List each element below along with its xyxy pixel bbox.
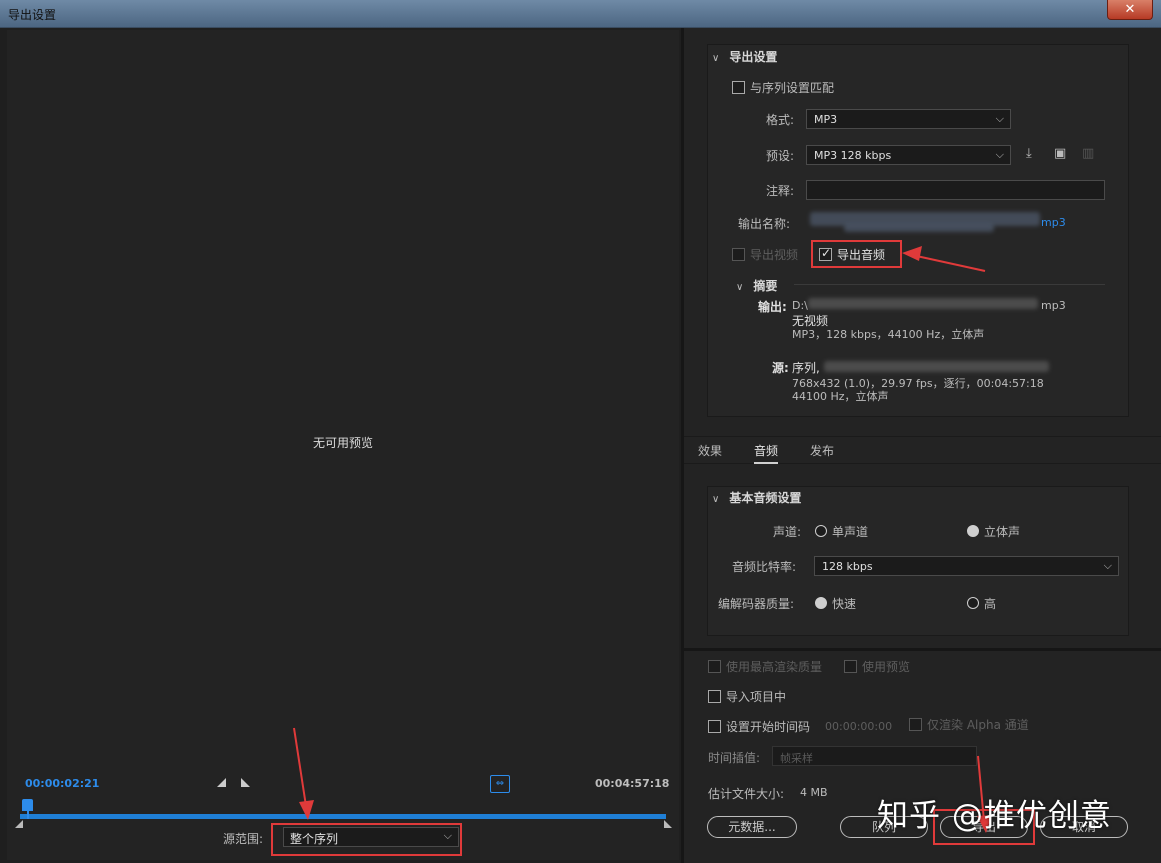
estimated-size-label: 估计文件大小: — [708, 787, 785, 801]
in-point-handle[interactable] — [15, 820, 23, 828]
chevron-down-icon: ⌵ — [995, 112, 1004, 125]
no-preview-message: 无可用预览 — [312, 436, 373, 450]
comments-label: 注释: — [766, 184, 795, 198]
bitrate-dropdown[interactable]: 128 kbps ⌵ — [814, 556, 1119, 576]
use-previews-checkbox[interactable] — [844, 660, 857, 673]
source-range-label: 源范围: — [223, 832, 264, 846]
preset-label: 预设: — [766, 149, 795, 163]
mark-in-icon[interactable] — [217, 778, 226, 787]
annotation-box-export-audio — [811, 240, 902, 268]
summary-header[interactable]: ∨ 摘要 — [736, 277, 777, 294]
chevron-down-icon: ∨ — [736, 282, 744, 293]
codec-quality-label: 编解码器质量: — [718, 597, 795, 611]
save-preset-icon[interactable]: ⤓ — [1026, 146, 1032, 161]
start-timecode-value[interactable]: 00:00:00:00 — [825, 720, 892, 733]
export-settings-header[interactable]: ∨ 导出设置 — [712, 48, 777, 65]
blurred-sequence-name — [824, 361, 1049, 372]
render-alpha-checkbox[interactable] — [909, 718, 922, 731]
render-alpha-label: 仅渲染 Alpha 通道 — [927, 718, 1029, 732]
delete-preset-icon[interactable]: ▥ — [1082, 146, 1094, 161]
preview-panel: 无可用预览 00:00:02:21 ⇔ 00:04:57:18 源范围: 整个序… — [7, 30, 679, 860]
window-title: 导出设置 — [8, 8, 57, 22]
close-icon: ✕ — [1124, 2, 1136, 17]
blurred-output-path — [808, 298, 1038, 309]
quality-fast-radio[interactable] — [815, 597, 827, 609]
channel-stereo-label: 立体声 — [984, 525, 1021, 539]
time-interpolation-label: 时间插值: — [708, 751, 761, 765]
match-sequence-label: 与序列设置匹配 — [750, 81, 835, 95]
use-previews-label: 使用预览 — [862, 660, 911, 674]
comments-input[interactable] — [806, 180, 1105, 200]
mark-out-icon[interactable] — [241, 778, 250, 787]
bottom-divider — [684, 648, 1161, 651]
summary-divider — [794, 284, 1105, 285]
chevron-down-icon: ∨ — [712, 53, 720, 64]
metadata-button[interactable]: 元数据... — [707, 816, 797, 838]
format-label: 格式: — [766, 113, 795, 127]
time-interpolation-value: 帧采样 — [780, 752, 813, 765]
format-value: MP3 — [814, 113, 838, 126]
chevron-down-icon: ⌵ — [995, 148, 1004, 161]
summary-source-label: 源: — [772, 361, 789, 375]
annotation-box-source-range — [271, 823, 462, 856]
basic-audio-header[interactable]: ∨ 基本音频设置 — [712, 489, 801, 506]
close-button[interactable]: ✕ — [1107, 0, 1153, 20]
quality-fast-label: 快速 — [832, 597, 857, 611]
time-interpolation-dropdown[interactable]: 帧采样 — [772, 746, 977, 766]
export-video-checkbox[interactable] — [732, 248, 745, 261]
format-dropdown[interactable]: MP3 ⌵ — [806, 109, 1011, 129]
channel-mono-radio[interactable] — [815, 525, 827, 537]
tab-publish[interactable]: 发布 — [810, 442, 834, 459]
set-start-timecode-checkbox[interactable] — [708, 720, 721, 733]
max-render-quality-checkbox[interactable] — [708, 660, 721, 673]
bitrate-value: 128 kbps — [822, 560, 873, 573]
title-bar: 导出设置 ✕ — [0, 0, 1161, 28]
set-start-timecode-label: 设置开始时间码 — [726, 720, 811, 734]
summary-output-label: 输出: — [758, 300, 787, 314]
export-video-label: 导出视频 — [750, 248, 799, 262]
watermark-text: 知乎 @推优创意 — [877, 798, 1112, 834]
playhead-stem — [27, 810, 29, 819]
chevron-down-icon: ⌵ — [1103, 559, 1112, 572]
summary-source-audio: 44100 Hz，立体声 — [792, 390, 889, 403]
import-into-project-checkbox[interactable] — [708, 690, 721, 703]
max-render-quality-label: 使用最高渲染质量 — [726, 660, 823, 674]
channel-stereo-radio[interactable] — [967, 525, 979, 537]
fit-to-frame-icon[interactable]: ⇔ — [490, 775, 510, 793]
quality-high-label: 高 — [984, 597, 997, 611]
summary-output-path-prefix: D:\ — [792, 299, 808, 312]
blurred-output-name-2 — [844, 224, 994, 232]
export-settings-window: 无可用预览 00:00:02:21 ⇔ 00:04:57:18 源范围: 整个序… — [0, 28, 1161, 863]
tab-effects[interactable]: 效果 — [698, 442, 722, 459]
channels-label: 声道: — [773, 525, 802, 539]
import-preset-icon[interactable]: ▣ — [1054, 146, 1066, 161]
out-point-handle[interactable] — [664, 820, 672, 828]
output-name-link[interactable]: mp3 — [1041, 216, 1066, 229]
preset-value: MP3 128 kbps — [814, 149, 892, 162]
summary-source-sequence: 序列, — [792, 361, 820, 375]
match-sequence-checkbox[interactable] — [732, 81, 745, 94]
settings-panel: ∨ 导出设置 与序列设置匹配 格式: MP3 ⌵ 预设: MP3 128 kbps… — [684, 28, 1161, 863]
estimated-size-value: 4 MB — [800, 786, 828, 799]
chevron-down-icon: ∨ — [712, 494, 720, 505]
bitrate-label: 音频比特率: — [732, 560, 797, 574]
tab-audio[interactable]: 音频 — [754, 442, 779, 464]
summary-output-path-suffix: mp3 — [1041, 299, 1066, 312]
preset-dropdown[interactable]: MP3 128 kbps ⌵ — [806, 145, 1011, 165]
output-name-label: 输出名称: — [738, 217, 791, 231]
timeline-bar[interactable] — [20, 814, 666, 819]
channel-mono-label: 单声道 — [832, 525, 869, 539]
current-timecode[interactable]: 00:00:02:21 — [25, 777, 99, 790]
import-into-project-label: 导入项目中 — [726, 690, 787, 704]
summary-output-audio: MP3，128 kbps，44100 Hz，立体声 — [792, 328, 985, 341]
quality-high-radio[interactable] — [967, 597, 979, 609]
duration-timecode: 00:04:57:18 — [595, 777, 670, 790]
